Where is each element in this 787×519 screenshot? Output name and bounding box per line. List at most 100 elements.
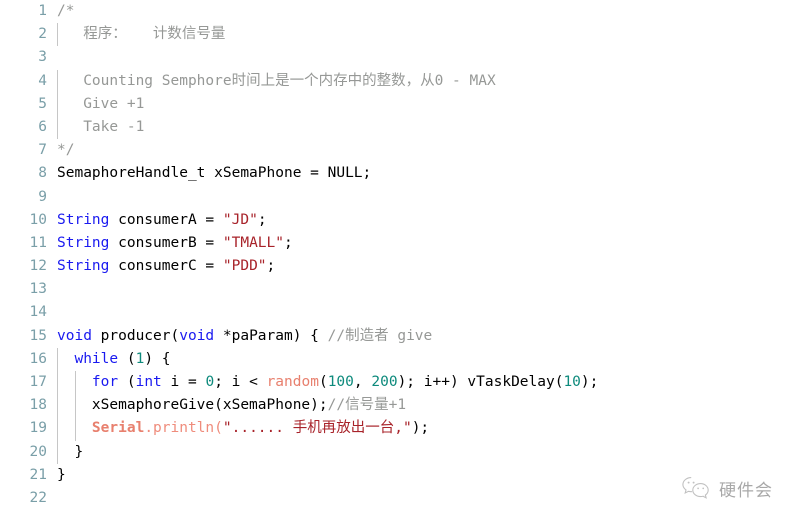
line-content[interactable]: */ bbox=[47, 139, 787, 162]
code-line[interactable]: 16 while (1) { bbox=[0, 347, 787, 371]
code-line[interactable]: 5 Give +1 bbox=[0, 92, 787, 116]
token-plain: consumerB = bbox=[109, 234, 223, 251]
code-line[interactable]: 13 bbox=[0, 278, 787, 301]
token-comment: 程序： 计数信号量 bbox=[57, 26, 226, 43]
indent-guide bbox=[57, 417, 58, 441]
line-number: 21 bbox=[29, 466, 47, 483]
token-plain: } bbox=[57, 443, 84, 460]
line-number: 15 bbox=[29, 327, 47, 344]
code-editor[interactable]: 1 /* 2 程序： 计数信号量 3 4 Counting Semphore时间上是一个… bbox=[0, 0, 787, 519]
code-line[interactable]: 3 bbox=[0, 46, 787, 69]
line-number: 16 bbox=[29, 350, 47, 367]
token-plain: i = bbox=[161, 374, 206, 390]
code-line[interactable]: 15 void producer(void *paParam) { //制造者 g… bbox=[0, 325, 787, 348]
code-line[interactable]: 22 bbox=[0, 487, 787, 510]
code-line[interactable]: 17 for (int i = 0; i < random(100, 200);… bbox=[0, 371, 787, 395]
line-content[interactable]: xSemaphoreGive(xSemaPhone);//信号量+1 bbox=[47, 394, 787, 418]
token-keyword: while bbox=[74, 350, 119, 367]
token-plain: consumerC = bbox=[109, 258, 223, 275]
token-string: "PDD" bbox=[222, 258, 267, 275]
token-plain: ); i++) vTaskDelay( bbox=[397, 374, 564, 390]
code-line[interactable]: 9 bbox=[0, 186, 787, 209]
indent-guide bbox=[74, 371, 76, 395]
token-type: String bbox=[57, 211, 110, 228]
line-number: 20 bbox=[29, 443, 47, 460]
indent-guide bbox=[57, 347, 58, 371]
line-content[interactable]: String consumerA = "JD"; bbox=[47, 209, 787, 232]
line-content[interactable]: 程序： 计数信号量 bbox=[47, 23, 787, 47]
token-comment: //信号量+1 bbox=[327, 397, 407, 414]
code-line[interactable]: 19 Serial.println("...... 手机再放出一台,"); bbox=[0, 417, 787, 441]
code-line[interactable]: 7 */ bbox=[0, 139, 787, 162]
code-line[interactable]: 21} bbox=[0, 464, 787, 487]
line-number: 19 bbox=[29, 420, 47, 437]
token-plain: ( bbox=[118, 350, 136, 367]
token-plain: ); bbox=[580, 374, 599, 390]
token-method: .println( bbox=[144, 420, 223, 437]
line-content[interactable]: } bbox=[47, 440, 787, 464]
indent-guide bbox=[57, 371, 58, 395]
code-line[interactable]: 1 /* bbox=[0, 0, 787, 23]
token-string: "TMALL" bbox=[222, 234, 284, 251]
line-content[interactable]: } bbox=[47, 464, 787, 487]
indent-guide bbox=[57, 69, 58, 93]
code-line[interactable]: 6 Take -1 bbox=[0, 115, 787, 140]
token-number: 100 bbox=[327, 374, 354, 390]
line-content[interactable]: String consumerB = "TMALL"; bbox=[47, 232, 787, 255]
code-line[interactable]: 12 String consumerC = "PDD"; bbox=[0, 255, 787, 278]
token-number: 10 bbox=[563, 374, 581, 390]
token-number: 0 bbox=[205, 374, 215, 390]
code-line[interactable]: 18 xSemaphoreGive(xSemaPhone);//信号量+1 bbox=[0, 394, 787, 418]
token-plain: ; bbox=[266, 258, 276, 275]
line-number: 18 bbox=[29, 397, 47, 414]
token-keyword: for bbox=[91, 374, 119, 390]
code-line[interactable]: 11 String consumerB = "TMALL"; bbox=[0, 232, 787, 255]
code-line[interactable]: 14 bbox=[0, 301, 787, 324]
wechat-logo-icon bbox=[681, 475, 711, 501]
line-content[interactable]: Take -1 bbox=[47, 115, 787, 140]
line-content[interactable]: Give +1 bbox=[47, 92, 787, 116]
token-type: String bbox=[57, 258, 110, 275]
line-number: 17 bbox=[29, 374, 47, 390]
token-plain: producer( bbox=[91, 327, 180, 344]
indent-guide bbox=[74, 417, 76, 441]
line-content[interactable]: SemaphoreHandle_t xSemaPhone = NULL; bbox=[47, 162, 787, 185]
token-plain: xSemaphoreGive(xSemaPhone); bbox=[57, 397, 328, 414]
indent-guide bbox=[57, 92, 58, 116]
line-content[interactable]: Serial.println("...... 手机再放出一台,"); bbox=[47, 417, 787, 441]
token-comment: Give +1 bbox=[57, 95, 145, 112]
line-content[interactable]: void producer(void *paParam) { //制造者 giv… bbox=[47, 325, 787, 348]
code-line[interactable]: 2 程序： 计数信号量 bbox=[0, 23, 787, 47]
line-number: 1 bbox=[38, 3, 47, 19]
line-number: 2 bbox=[38, 26, 47, 43]
token-keyword: void bbox=[57, 327, 92, 344]
line-number: 14 bbox=[29, 304, 47, 321]
line-content[interactable]: String consumerC = "PDD"; bbox=[47, 255, 787, 278]
code-lines-container[interactable]: 1 /* 2 程序： 计数信号量 3 4 Counting Semphore时间上是一个… bbox=[0, 0, 787, 519]
line-content[interactable]: Counting Semphore时间上是一个内存中的整数，从0 - MAX bbox=[47, 69, 787, 93]
indent-guide bbox=[57, 23, 58, 47]
line-number: 10 bbox=[29, 211, 47, 228]
token-comment: /* bbox=[57, 3, 75, 19]
line-content[interactable]: while (1) { bbox=[47, 347, 787, 371]
code-line[interactable]: 20 } bbox=[0, 440, 787, 464]
line-content[interactable]: for (int i = 0; i < random(100, 200); i+… bbox=[47, 371, 787, 395]
token-comment: //制造者 give bbox=[327, 327, 433, 344]
line-content[interactable]: /* bbox=[47, 0, 787, 23]
code-line[interactable]: 4 Counting Semphore时间上是一个内存中的整数，从0 - MAX bbox=[0, 69, 787, 93]
token-plain: ); bbox=[411, 420, 430, 437]
code-line[interactable]: 10 String consumerA = "JD"; bbox=[0, 209, 787, 232]
line-number: 6 bbox=[38, 118, 47, 135]
token-plain: consumerA = bbox=[109, 211, 223, 228]
code-line[interactable]: 8 SemaphoreHandle_t xSemaPhone = NULL; bbox=[0, 162, 787, 185]
token-plain: ) { bbox=[144, 350, 171, 367]
token-comment: Take -1 bbox=[57, 118, 145, 135]
token-plain: ( bbox=[118, 374, 136, 390]
token-number: 200 bbox=[371, 374, 398, 390]
token-keyword: int bbox=[135, 374, 162, 390]
token-plain: ; i < bbox=[214, 374, 267, 390]
token-plain: SemaphoreHandle_t xSemaPhone = NULL; bbox=[57, 165, 372, 182]
token-keyword: void bbox=[179, 327, 215, 344]
line-number: 3 bbox=[38, 49, 47, 66]
